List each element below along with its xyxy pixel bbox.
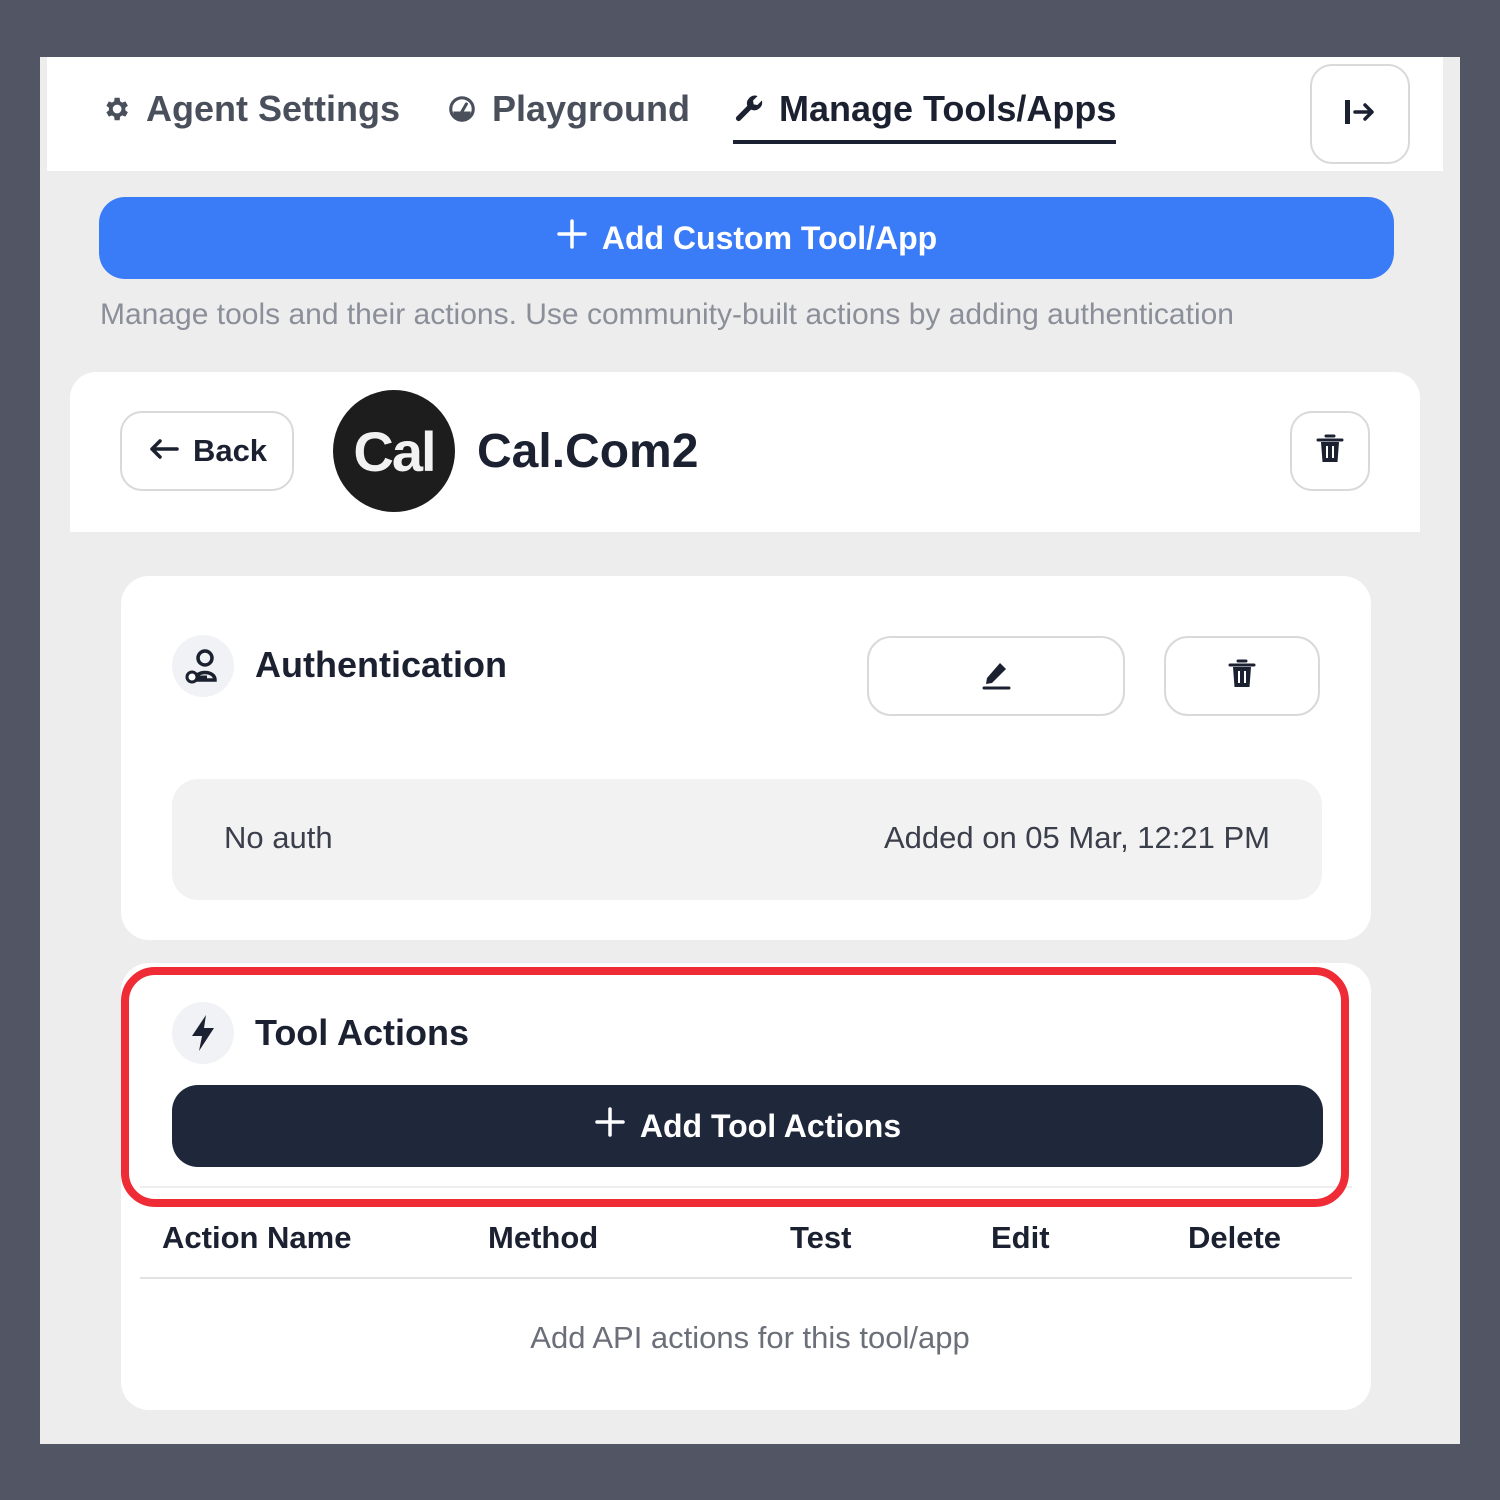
tool-name: Cal.Com2	[477, 425, 699, 478]
table-header-divider	[140, 1277, 1352, 1279]
tab-label: Agent Settings	[146, 88, 401, 129]
trash-icon	[1315, 433, 1345, 470]
tab-label: Manage Tools/Apps	[779, 88, 1117, 129]
tab-label: Playground	[492, 88, 691, 129]
back-button[interactable]: Back	[120, 411, 294, 491]
plus-icon	[556, 218, 588, 258]
add-custom-label: Add Custom Tool/App	[601, 219, 938, 256]
column-header-edit: Edit	[991, 1220, 1050, 1255]
delete-tool-button[interactable]	[1290, 411, 1370, 491]
column-header-delete: Delete	[1188, 1220, 1282, 1255]
highlight-box	[121, 967, 1349, 1207]
gear-icon	[100, 88, 132, 130]
logo-text: Cal	[353, 419, 436, 483]
column-header-test: Test	[790, 1220, 852, 1255]
auth-added-date: Added on 05 Mar, 12:21 PM	[883, 820, 1270, 855]
column-header-action-name: Action Name	[162, 1220, 352, 1255]
authentication-title: Authentication	[255, 644, 507, 685]
column-header-method: Method	[488, 1220, 599, 1255]
delete-auth-button[interactable]	[1164, 636, 1320, 716]
edit-auth-button[interactable]	[867, 636, 1125, 716]
tab-manage-tools[interactable]: Manage Tools/Apps	[733, 88, 1117, 144]
page-hint: Manage tools and their actions. Use comm…	[100, 298, 1234, 331]
pencil-icon	[979, 657, 1013, 696]
auth-type: No auth	[224, 820, 333, 855]
tab-agent-settings[interactable]: Agent Settings	[100, 88, 400, 144]
tool-logo: Cal	[333, 390, 455, 512]
tab-playground[interactable]: Playground	[446, 88, 690, 144]
wrench-icon	[733, 88, 765, 130]
add-custom-tool-button[interactable]: Add Custom Tool/App	[99, 197, 1394, 279]
user-key-icon	[172, 635, 234, 697]
gauge-icon	[446, 88, 478, 130]
empty-actions-message: Add API actions for this tool/app	[530, 1320, 970, 1355]
arrow-left-icon	[147, 433, 179, 469]
exit-icon	[1342, 96, 1378, 133]
trash-icon	[1227, 658, 1257, 695]
exit-button[interactable]	[1310, 64, 1410, 164]
back-label: Back	[192, 433, 268, 468]
